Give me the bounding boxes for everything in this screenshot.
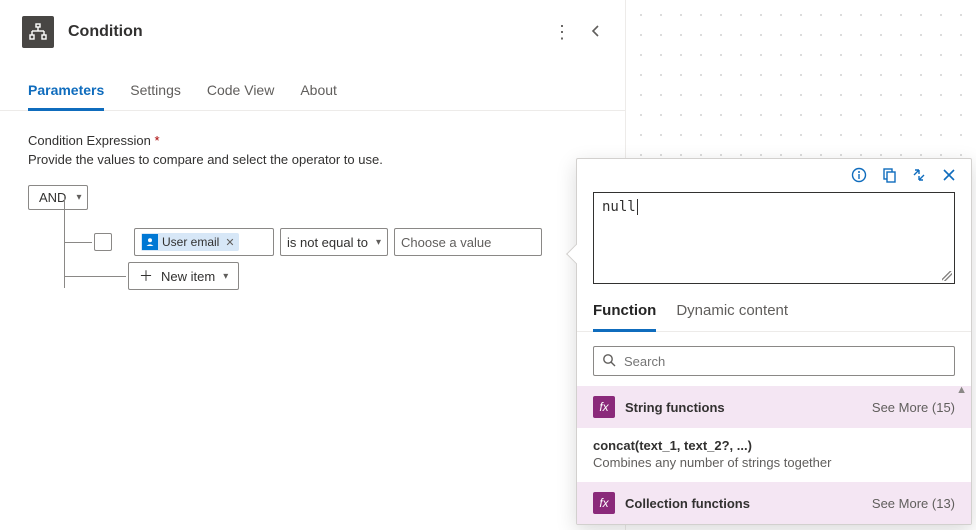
right-operand-field[interactable]: Choose a value — [394, 228, 542, 256]
expression-builder-panel: null Function Dynamic content fx String … — [576, 158, 972, 525]
left-operand-field[interactable]: User email ✕ — [134, 228, 274, 256]
condition-step-icon — [22, 16, 54, 48]
logic-operator-value: AND — [39, 190, 66, 205]
search-container — [577, 332, 971, 386]
collapse-button[interactable] — [589, 24, 603, 41]
scroll-up-arrow-icon[interactable]: ▲ — [956, 384, 967, 396]
dynamic-token-user-email[interactable]: User email ✕ — [141, 233, 239, 251]
operator-picker[interactable]: is not equal to ▾ — [280, 228, 388, 256]
more-menu-button[interactable]: ⋮ — [553, 22, 571, 43]
section-label: Condition Expression * — [28, 133, 597, 148]
editor-title: Condition — [68, 23, 539, 41]
new-item-row: ＋ New item ▾ — [128, 262, 239, 290]
value-placeholder: Choose a value — [401, 235, 491, 250]
see-more-link[interactable]: See More (13) — [872, 496, 955, 511]
subtab-function[interactable]: Function — [593, 296, 656, 332]
tab-parameters[interactable]: Parameters — [28, 82, 104, 111]
tab-code-view[interactable]: Code View — [207, 82, 274, 110]
tree-connector — [64, 242, 92, 243]
expression-input[interactable]: null — [593, 192, 955, 284]
editor-header: Condition ⋮ — [0, 0, 625, 64]
fx-icon: fx — [593, 492, 615, 514]
category-title: String functions — [625, 400, 725, 415]
chevron-down-icon: ▾ — [223, 271, 228, 282]
new-item-label: New item — [161, 269, 215, 284]
chevron-down-icon: ▾ — [376, 237, 381, 248]
close-icon[interactable] — [941, 167, 957, 186]
function-search[interactable] — [593, 346, 955, 376]
operator-value: is not equal to — [287, 235, 368, 250]
category-string-functions[interactable]: fx String functions See More (15) — [577, 386, 971, 428]
search-icon — [602, 353, 616, 370]
copy-icon[interactable] — [881, 167, 897, 186]
token-label: User email — [162, 235, 219, 249]
panel-toolbar — [577, 159, 971, 190]
fx-icon: fx — [593, 396, 615, 418]
editor-tabs: Parameters Settings Code View About — [0, 82, 625, 111]
category-collection-functions[interactable]: fx Collection functions See More (13) — [577, 482, 971, 524]
section-help: Provide the values to compare and select… — [28, 152, 597, 167]
expression-subtabs: Function Dynamic content — [577, 296, 971, 332]
category-title: Collection functions — [625, 496, 750, 511]
condition-row: User email ✕ is not equal to ▾ Choose a … — [94, 228, 542, 256]
chevron-down-icon: ▾ — [76, 192, 81, 203]
see-more-link[interactable]: See More (15) — [872, 400, 955, 415]
tab-settings[interactable]: Settings — [130, 82, 181, 110]
person-icon — [142, 234, 158, 250]
info-icon[interactable] — [851, 167, 867, 186]
parameters-content: Condition Expression * Provide the value… — [0, 111, 625, 232]
subtab-dynamic-content[interactable]: Dynamic content — [676, 296, 788, 331]
function-item-concat[interactable]: concat(text_1, text_2?, ...) Combines an… — [577, 428, 971, 482]
function-signature: concat(text_1, text_2?, ...) — [593, 438, 955, 453]
expand-icon[interactable] — [911, 167, 927, 186]
tree-connector — [64, 276, 126, 277]
section-label-text: Condition Expression — [28, 133, 151, 148]
function-description: Combines any number of strings together — [593, 455, 955, 470]
condition-editor-pane: Condition ⋮ Parameters Settings Code Vie… — [0, 0, 626, 530]
search-input[interactable] — [624, 354, 946, 369]
token-remove-button[interactable]: ✕ — [223, 236, 234, 249]
row-select-checkbox[interactable] — [94, 233, 112, 251]
logic-operator-picker[interactable]: AND ▾ — [28, 185, 88, 210]
required-marker: * — [154, 133, 159, 148]
plus-icon: ＋ — [139, 266, 153, 286]
tab-about[interactable]: About — [300, 82, 337, 110]
expression-text: null — [602, 199, 636, 215]
add-new-item-button[interactable]: ＋ New item ▾ — [128, 262, 239, 290]
text-caret — [637, 199, 638, 215]
